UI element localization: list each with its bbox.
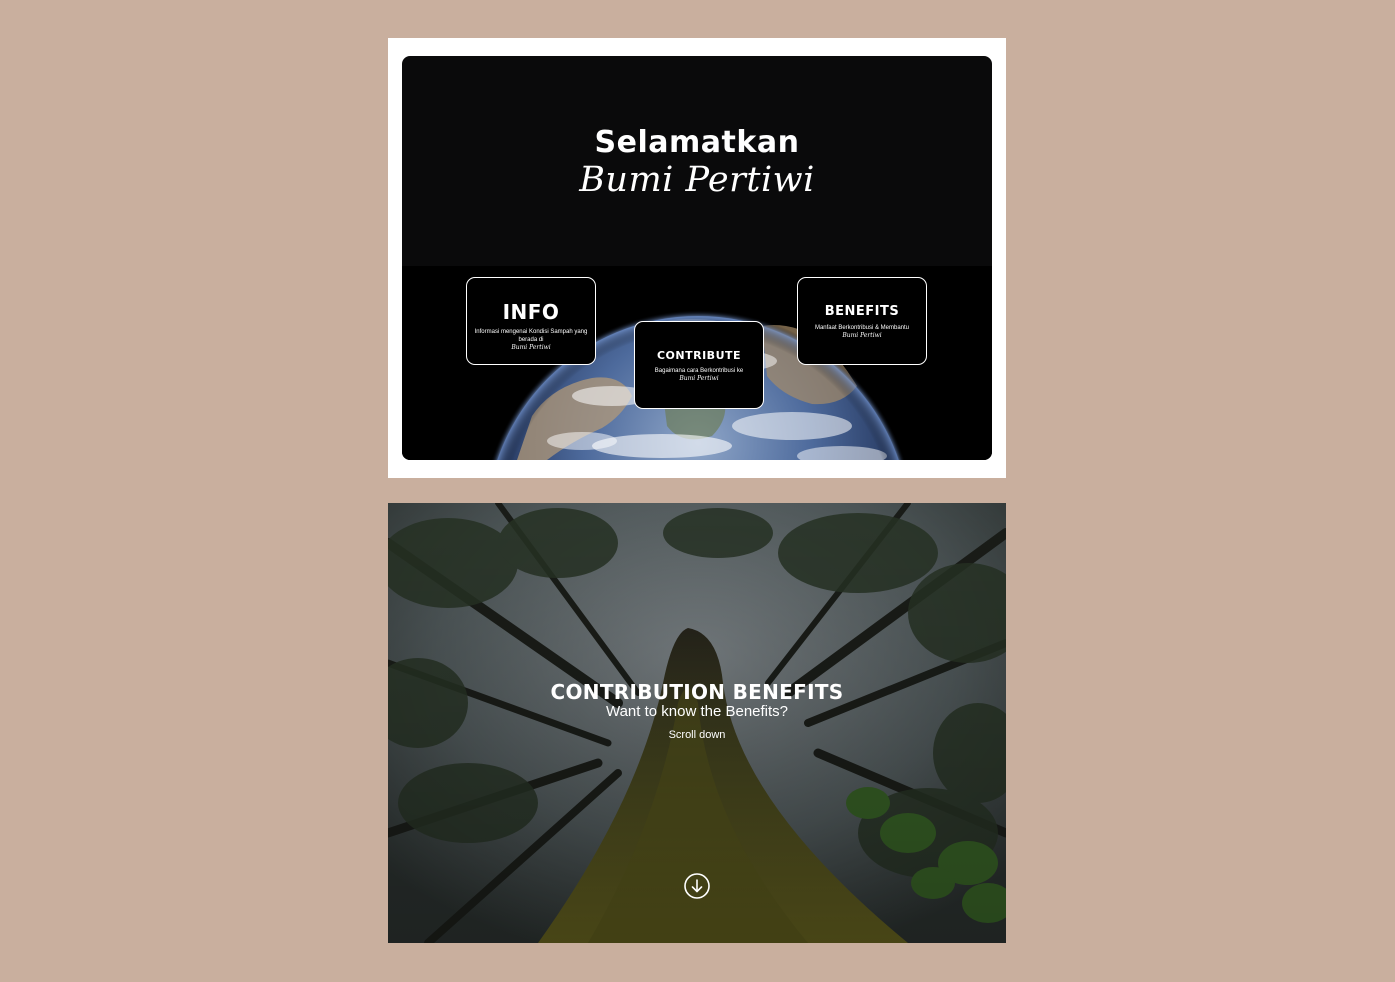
contribute-card[interactable]: CONTRIBUTE Bagaimana cara Berkontribusi … — [634, 321, 764, 409]
benefits-title: CONTRIBUTION BENEFITS — [550, 680, 844, 704]
benefits-slide: CONTRIBUTION BENEFITS Want to know the B… — [388, 503, 1006, 943]
benefits-card-description: Manfaat Berkontribusi & Membantu — [814, 325, 910, 331]
contribute-card-title: CONTRIBUTE — [656, 349, 742, 362]
info-card-description-italic: Bumi Pertiwi — [511, 344, 551, 351]
contribute-card-description: Bagaimana cara Berkontribusi ke — [654, 368, 744, 374]
hero-title-line2: Bumi Pertiwi — [579, 160, 815, 200]
hero-title: Selamatkan Bumi Pertiwi — [402, 125, 992, 201]
benefits-card-description-italic: Bumi Pertiwi — [842, 332, 882, 339]
benefits-hero: CONTRIBUTION BENEFITS Want to know the B… — [388, 680, 1006, 743]
hero-panel: Selamatkan Bumi Pertiwi INFO Informasi m… — [402, 56, 992, 460]
hero-slide-frame: Selamatkan Bumi Pertiwi INFO Informasi m… — [388, 38, 1006, 478]
scroll-down-link[interactable]: Scroll down — [669, 728, 726, 742]
info-card[interactable]: INFO Informasi mengenai Kondisi Sampah y… — [466, 277, 596, 365]
arrow-down-circle-icon — [684, 873, 710, 899]
benefits-subtitle: Want to know the Benefits? — [605, 703, 789, 720]
benefits-card[interactable]: BENEFITS Manfaat Berkontribusi & Membant… — [797, 277, 927, 365]
info-card-title: INFO — [502, 300, 560, 324]
benefits-card-title: BENEFITS — [824, 304, 900, 319]
hero-title-line1: Selamatkan — [594, 125, 800, 160]
contribute-card-description-italic: Bumi Pertiwi — [679, 375, 719, 382]
scroll-down-button[interactable] — [683, 872, 711, 900]
info-card-description: Informasi mengenai Kondisi Sampah yang b… — [474, 329, 588, 343]
